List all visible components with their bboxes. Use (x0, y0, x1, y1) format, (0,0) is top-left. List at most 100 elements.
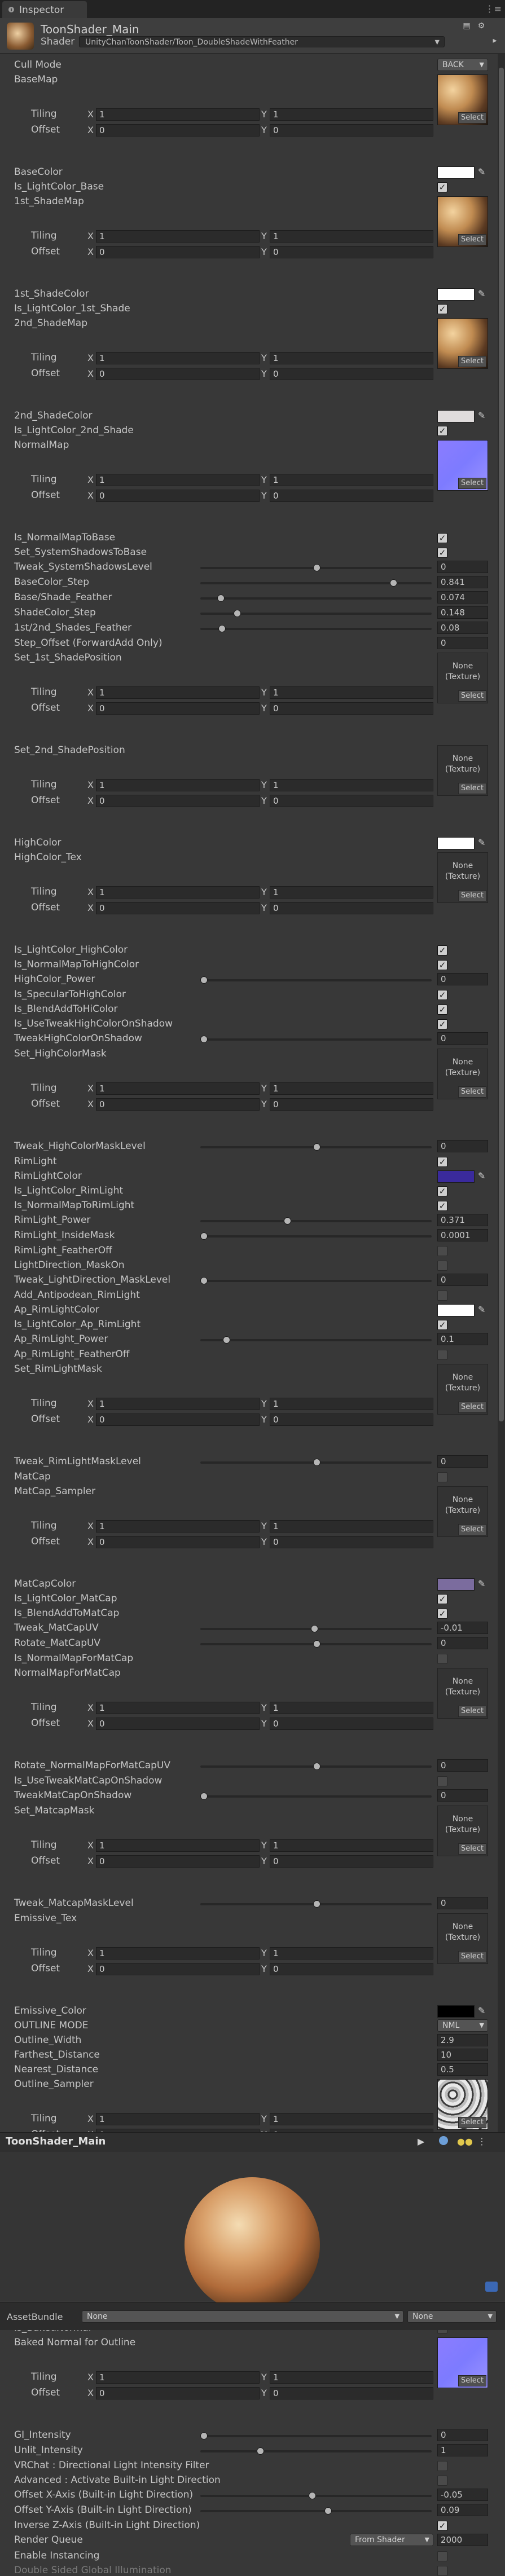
checkbox-lightdirection-maskon[interactable] (437, 1261, 447, 1271)
tab-inspector[interactable]: Inspector (2, 1, 87, 18)
scrollbar-thumb[interactable] (499, 68, 504, 1421)
texture-slot-baked-normal-for-outline[interactable]: Select (437, 2337, 488, 2388)
tiling-x-field[interactable]: 1 (96, 686, 260, 699)
tiling-x-field[interactable]: 1 (96, 1839, 260, 1852)
checkbox-is-normalmapformatcap[interactable] (437, 1654, 447, 1664)
select-texture-button[interactable]: Select (458, 234, 486, 245)
select-texture-button[interactable]: Select (458, 112, 486, 124)
checkbox-is-normalmaptohighcolor[interactable]: ✓ (437, 960, 447, 970)
eyedropper-icon[interactable]: ✎ (478, 837, 485, 848)
tiling-x-field[interactable]: 1 (96, 1702, 260, 1714)
slider-knob-shadecolor-step[interactable] (234, 610, 241, 617)
checkbox-rimlight-featheroff[interactable] (437, 1246, 447, 1256)
tiling-x-field[interactable]: 1 (96, 1947, 260, 1959)
value-field-highcolor-power[interactable]: 0 (437, 973, 488, 985)
tiling-x-field[interactable]: 1 (96, 1398, 260, 1410)
eyedropper-icon[interactable]: ✎ (478, 1578, 485, 1589)
eyedropper-icon[interactable]: ✎ (478, 2005, 485, 2016)
texture-slot-set-highcolormask[interactable]: None (Texture) Select (437, 1049, 488, 1099)
slider-track-highcolor-power[interactable] (200, 979, 432, 981)
checkbox-advanced-activate-built-in-light-direction[interactable] (437, 2476, 447, 2486)
color-swatch-highcolor[interactable] (437, 837, 475, 849)
checkbox-vrchat-directional-light-intensity-filter[interactable] (437, 2461, 447, 2471)
slider-knob-offset-y-axis-built-in-light-direction[interactable] (324, 2507, 332, 2515)
select-texture-button[interactable]: Select (458, 1843, 486, 1855)
tiling-y-field[interactable]: 1 (270, 686, 433, 699)
checkbox-is-normalmaptobase[interactable]: ✓ (437, 533, 447, 543)
slider-track-offset-x-axis-built-in-light-direction[interactable] (200, 2495, 432, 2497)
value-field-tweak-lightdirection-masklevel[interactable]: 0 (437, 1274, 488, 1286)
eyedropper-icon[interactable]: ✎ (478, 1170, 485, 1181)
slider-knob-basecolor-step[interactable] (390, 579, 398, 587)
texture-slot-emissive-tex[interactable]: None (Texture) Select (437, 1913, 488, 1964)
color-swatch-ap-rimlightcolor[interactable] (437, 1304, 475, 1316)
slider-track-unlit-intensity[interactable] (200, 2450, 432, 2452)
render-queue-dropdown[interactable]: From Shader ▼ (350, 2534, 433, 2546)
checkbox-is-lightcolor-ap-rimlight[interactable]: ✓ (437, 1320, 447, 1330)
value-field-tweak-highcolormasklevel[interactable]: 0 (437, 1140, 488, 1152)
slider-knob-tweak-lightdirection-masklevel[interactable] (200, 1277, 208, 1284)
tiling-x-field[interactable]: 1 (96, 352, 260, 364)
dropdown-cull-mode[interactable]: BACK ▼ (437, 59, 488, 71)
tiling-x-field[interactable]: 1 (96, 108, 260, 121)
offset-x-field[interactable]: 0 (96, 1855, 260, 1868)
value-field-unlit-intensity[interactable]: 1 (437, 2444, 488, 2456)
eyedropper-icon[interactable]: ✎ (478, 1304, 485, 1315)
play-icon[interactable]: ▶ (418, 2136, 424, 2147)
offset-y-field[interactable]: 0 (270, 1098, 433, 1111)
offset-x-field[interactable]: 0 (96, 1963, 260, 1975)
texture-slot-1st-shademap[interactable]: Select (437, 196, 488, 247)
offset-y-field[interactable]: 0 (270, 1855, 433, 1868)
tiling-y-field[interactable]: 1 (270, 1398, 433, 1410)
tiling-x-field[interactable]: 1 (96, 2113, 260, 2125)
texture-slot-highcolor-tex[interactable]: None (Texture) Select (437, 852, 488, 903)
texture-slot-2nd-shademap[interactable]: Select (437, 318, 488, 369)
value-field-shadecolor-step[interactable]: 0.148 (437, 606, 488, 619)
tiling-x-field[interactable]: 1 (96, 230, 260, 243)
offset-x-field[interactable]: 0 (96, 1536, 260, 1548)
texture-slot-set-1st-shadeposition[interactable]: None (Texture) Select (437, 653, 488, 703)
slider-track-offset-y-axis-built-in-light-direction[interactable] (200, 2510, 432, 2512)
dropdown-outline-mode[interactable]: NML ▼ (437, 2019, 488, 2032)
offset-x-field[interactable]: 0 (96, 246, 260, 258)
value-field-rimlight-insidemask[interactable]: 0.0001 (437, 1229, 488, 1241)
value-field-offset-x-axis-built-in-light-direction[interactable]: -0.05 (437, 2489, 488, 2501)
select-texture-button[interactable]: Select (458, 1524, 486, 1535)
texture-slot-outline-sampler[interactable]: Select (437, 2079, 488, 2130)
color-swatch-2nd-shadecolor[interactable] (437, 410, 475, 422)
checkbox-is-lightcolor-matcap[interactable]: ✓ (437, 1594, 447, 1604)
color-swatch-rimlightcolor[interactable] (437, 1170, 475, 1183)
checkbox-is-normalmaptorimlight[interactable]: ✓ (437, 1201, 447, 1211)
edit-icon[interactable]: ▸ (489, 35, 501, 46)
value-field-rotate-normalmapformatcapuv[interactable]: 0 (437, 1759, 488, 1772)
sphere-mesh-icon[interactable] (439, 2136, 448, 2145)
offset-y-field[interactable]: 0 (270, 1963, 433, 1975)
slider-knob-rimlight-insidemask[interactable] (200, 1232, 208, 1240)
slider-knob-ap-rimlight-power[interactable] (223, 1336, 230, 1344)
value-field-farthest-distance[interactable]: 10 (437, 2049, 488, 2061)
color-swatch-1st-shadecolor[interactable] (437, 288, 475, 301)
value-field-offset-y-axis-built-in-light-direction[interactable]: 0.09 (437, 2504, 488, 2516)
checkbox-is-usetweakhighcoloronshadow[interactable]: ✓ (437, 1019, 447, 1029)
checkbox-is-lightcolor-2nd-shade[interactable]: ✓ (437, 426, 447, 436)
value-field-tweak-matcapuv[interactable]: -0.01 (437, 1622, 488, 1634)
slider-knob-tweak-matcapmasklevel[interactable] (313, 1900, 320, 1908)
slider-knob-1st-2nd-shades-feather[interactable] (218, 625, 226, 632)
value-field-tweak-rimlightmasklevel[interactable]: 0 (437, 1455, 488, 1468)
texture-slot-normalmapformatcap[interactable]: None (Texture) Select (437, 1668, 488, 1719)
value-field-basecolor-step[interactable]: 0.841 (437, 576, 488, 588)
offset-y-field[interactable]: 0 (270, 2387, 433, 2399)
checkbox-is-lightcolor-base[interactable]: ✓ (437, 182, 447, 192)
value-field-tweakhighcoloronshadow[interactable]: 0 (437, 1032, 488, 1045)
offset-x-field[interactable]: 0 (96, 1414, 260, 1426)
slider-track-tweakhighcoloronshadow[interactable] (200, 1038, 432, 1041)
value-field-gi-intensity[interactable]: 0 (437, 2429, 488, 2441)
slider-knob-tweakmatcaponshadow[interactable] (200, 1793, 208, 1800)
tiling-y-field[interactable]: 1 (270, 230, 433, 243)
offset-x-field[interactable]: 0 (96, 1098, 260, 1111)
checkbox-add-antipodean-rimlight[interactable] (437, 1291, 447, 1301)
select-texture-button[interactable]: Select (458, 2375, 486, 2386)
offset-y-field[interactable]: 0 (270, 124, 433, 136)
value-field-tweak-matcapmasklevel[interactable]: 0 (437, 1897, 488, 1909)
light-icon[interactable]: ●● (457, 2136, 473, 2147)
